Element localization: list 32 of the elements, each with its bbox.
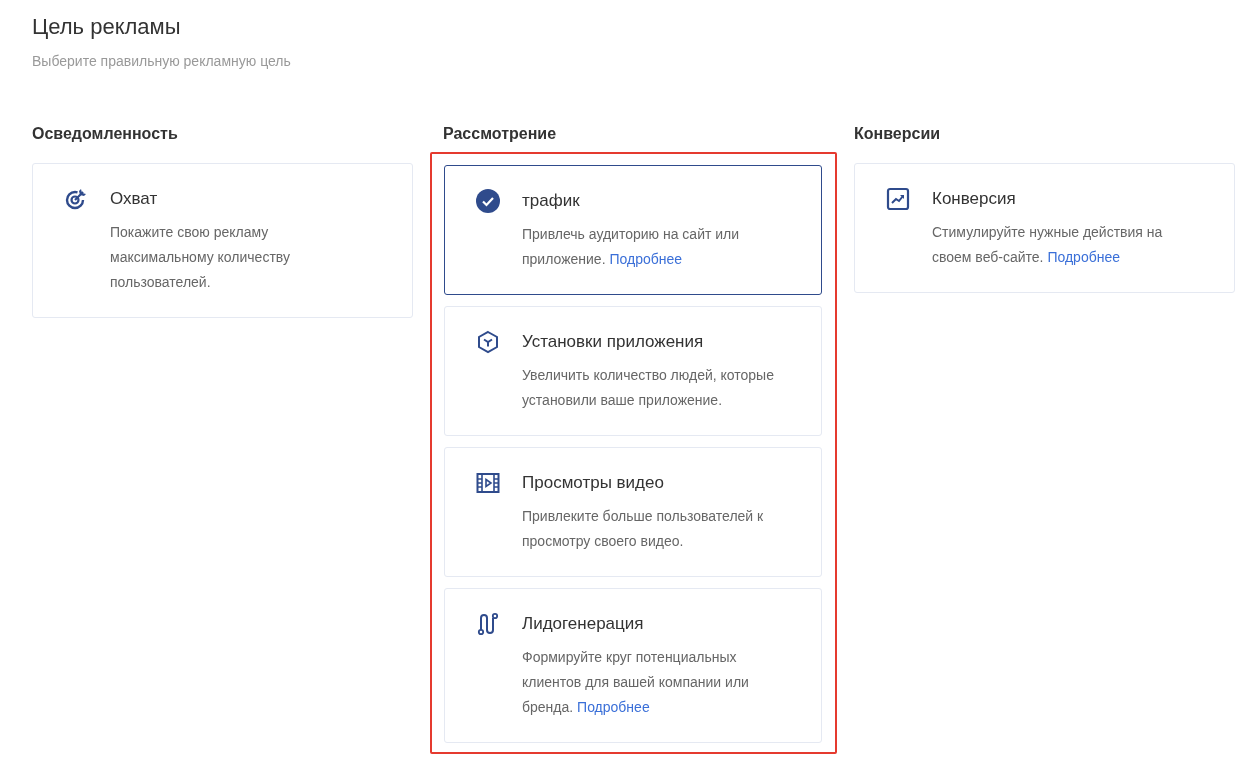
more-link[interactable]: Подробнее [1047, 249, 1120, 265]
option-card[interactable]: трафик Привлечь аудиторию на сайт или приложение. Подробнее [444, 165, 822, 295]
option-card[interactable]: Лидогенерация Формируйте круг потенциальных клиентов для вашей компании или бренда. Подробнее [444, 588, 822, 743]
more-link[interactable]: Подробнее [609, 251, 683, 267]
option-description: Увеличить количество людей, которые установили ваше приложение. [522, 366, 775, 410]
option-description: Привлеките больше пользователей к просмотру своего видео. [522, 507, 765, 551]
hexagon-icon [476, 330, 500, 354]
option-description: Формируйте круг потенциальных клиентов для вашей компании или бренда. Подробнее [522, 648, 750, 717]
option-card[interactable]: Просмотры видео Привлеките больше пользователей к просмотру своего видео. [444, 447, 822, 577]
page-subtitle: Выберите правильную рекламную цель [32, 53, 292, 69]
option-description: Привлечь аудиторию на сайт или приложение. Подробнее [522, 225, 741, 269]
page-title: Цель рекламы [32, 13, 182, 41]
more-link[interactable]: Подробнее [577, 699, 650, 715]
trend-chart-icon [886, 187, 910, 211]
option-description: Стимулируйте нужные действия на своем веб-сайте. Подробнее [932, 223, 1164, 267]
option-title: Конверсия [932, 188, 1017, 210]
option-card[interactable]: Конверсия Стимулируйте нужные действия на своем веб-сайте. Подробнее [854, 163, 1235, 293]
route-icon [476, 612, 500, 636]
option-title: Установки приложения [522, 331, 705, 353]
option-card[interactable]: Установки приложения Увеличить количество людей, которые установили ваше приложение. [444, 306, 822, 436]
column-heading: Конверсии [854, 124, 942, 144]
option-description: Покажите свою рекламу максимальному количеству пользователей. [110, 223, 291, 292]
option-title: Охват [110, 188, 159, 210]
column-heading: Осведомленность [32, 124, 179, 144]
target-icon [64, 187, 88, 211]
film-icon [476, 471, 500, 495]
option-title: трафик [522, 190, 581, 212]
check-circle-icon [476, 189, 500, 213]
option-title: Просмотры видео [522, 472, 665, 494]
column-heading: Рассмотрение [443, 124, 558, 144]
option-title: Лидогенерация [522, 613, 645, 635]
option-card[interactable]: Охват Покажите свою рекламу максимальному количеству пользователей. [32, 163, 413, 318]
